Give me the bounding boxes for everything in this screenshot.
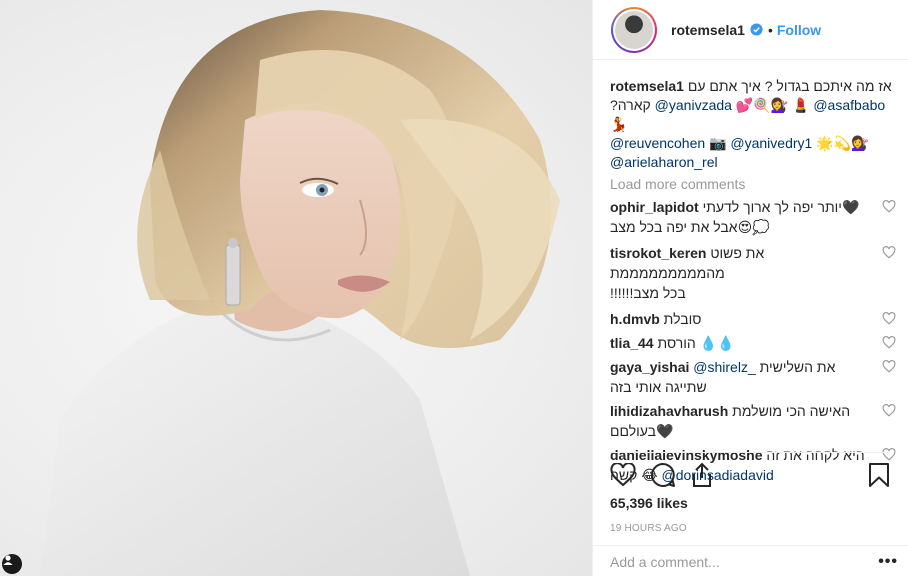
comment-username[interactable]: tisrokot_keren [610, 245, 706, 261]
comment-text: סובלת [663, 311, 702, 327]
like-comment-heart-icon[interactable] [882, 200, 896, 213]
share-icon[interactable] [690, 462, 714, 488]
mention-link[interactable]: @yanivzada [655, 97, 732, 113]
comment-text: בעולםם🖤 [610, 423, 674, 439]
caption-username[interactable]: rotemsela1 [610, 78, 684, 94]
header-username[interactable]: rotemsela1 [671, 22, 745, 38]
tag-person-icon[interactable] [2, 554, 22, 574]
comment-text: יותר יפה לך ארוך לדעתי🖤 [702, 199, 860, 215]
avatar[interactable] [611, 6, 657, 53]
post-actions: 65,396 likes 19 HOURS AGO [610, 452, 890, 534]
post-photo[interactable] [0, 0, 592, 576]
caption-emoji: 💕🍭💇‍♀️ [735, 97, 789, 113]
instagram-post: rotemsela1 • Follow rotemsela1 אז מה אית… [0, 0, 908, 576]
like-comment-heart-icon[interactable] [882, 312, 896, 325]
action-icons [610, 456, 890, 494]
caption-emoji: 💃 [610, 116, 628, 132]
caption-emoji: 📷 [709, 135, 727, 151]
comment-username[interactable]: ophir_lapidot [610, 199, 699, 215]
header-separator: • [767, 21, 773, 38]
comment-username[interactable]: lihidizahavharush [610, 403, 728, 419]
comment-item: ophir_lapidot יותר יפה לך ארוך לדעתי🖤 אב… [610, 197, 896, 237]
caption-text-line1: אז מה איתכם בגדול ? איך אתם עם [687, 78, 892, 94]
comment-text: שתייגה אותי בזה [610, 379, 707, 395]
caption-text-line2: ?קארה [610, 97, 651, 113]
like-comment-heart-icon[interactable] [882, 404, 896, 417]
likes-count[interactable]: 65,396 likes [610, 495, 890, 511]
comment-username[interactable]: h.dmvb [610, 311, 660, 327]
verified-icon [750, 23, 763, 36]
caption-emoji: 🌟💫💇‍♀️ [816, 135, 869, 151]
mention-link[interactable]: @reuvencohen [610, 135, 705, 151]
comment-item: gaya_yishai @shirelz_ את השלישית שתייגה … [610, 357, 896, 397]
comment-item: h.dmvb סובלת [610, 309, 896, 329]
comment-item: tlia_44 הורסת 💧💧 [610, 333, 896, 353]
mention-link[interactable]: @yanivedry1 [730, 135, 812, 151]
comment-text: הורסת 💧💧 [657, 335, 735, 351]
comment-text: את השלישית [759, 359, 836, 375]
heart-icon[interactable] [610, 463, 636, 487]
mention-link[interactable]: @arielaharon_rel [610, 154, 718, 170]
post-timestamp[interactable]: 19 HOURS AGO [610, 523, 890, 534]
comments-list: rotemsela1 אז מה איתכם בגדול ? איך אתם ע… [610, 77, 896, 485]
bookmark-icon[interactable] [868, 462, 890, 488]
mention-link[interactable]: @shirelz_ [693, 359, 755, 375]
mention-link[interactable]: @asafbabo [813, 97, 885, 113]
add-comment-bar: Add a comment... ••• [593, 545, 908, 576]
follow-button[interactable]: Follow [777, 22, 821, 38]
side-panel: rotemsela1 • Follow rotemsela1 אז מה אית… [593, 0, 908, 576]
post-caption: rotemsela1 אז מה איתכם בגדול ? איך אתם ע… [610, 77, 896, 172]
comment-text: אבל את יפה בכל מצב😍💭 [610, 219, 770, 235]
comment-username[interactable]: gaya_yishai [610, 359, 689, 375]
add-comment-input[interactable]: Add a comment... [610, 554, 878, 570]
post-header: rotemsela1 • Follow [593, 0, 908, 60]
portrait-illustration [40, 10, 560, 576]
like-comment-heart-icon[interactable] [882, 360, 896, 373]
more-options-button[interactable]: ••• [878, 553, 898, 571]
comment-item: tisrokot_keren את פשוט מהמממממממממת !!!!… [610, 243, 896, 303]
comment-username[interactable]: tlia_44 [610, 335, 654, 351]
comment-item: lihidizahavharush האישה הכי מושלמת בעולם… [610, 401, 896, 441]
load-more-comments[interactable]: Load more comments [610, 176, 896, 192]
like-comment-heart-icon[interactable] [882, 336, 896, 349]
like-comment-heart-icon[interactable] [882, 246, 896, 259]
comment-icon[interactable] [650, 462, 676, 488]
caption-emoji: 💄 [792, 97, 810, 113]
comment-text: האישה הכי מושלמת [732, 403, 851, 419]
comment-text: !!!!!!בכל מצב [610, 285, 686, 301]
